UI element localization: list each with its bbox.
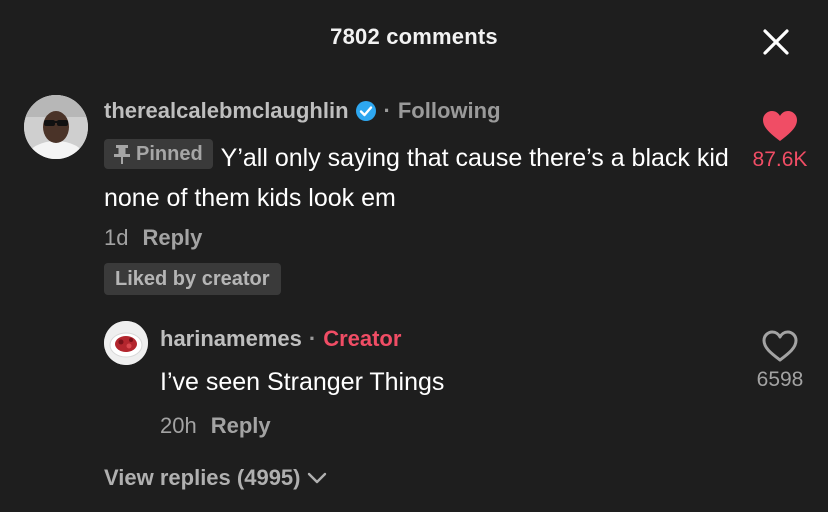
avatar[interactable] (24, 95, 88, 159)
close-button[interactable] (756, 22, 796, 62)
reply-meta: 20h Reply (160, 413, 271, 439)
comment-meta: 1d Reply (104, 225, 202, 251)
creator-badge: Creator (323, 326, 402, 351)
reply-body: I’ve seen Stranger Things (160, 368, 445, 396)
user-photo-icon (24, 95, 88, 159)
reply-time: 20h (160, 413, 197, 438)
comment-like-button[interactable]: 87.6K (735, 110, 825, 172)
verified-check-icon (355, 101, 376, 121)
comment-header: therealcalebmclaughlin · Following (104, 98, 501, 124)
comment-like-count: 87.6K (752, 148, 808, 171)
reply-username[interactable]: harinamemes (160, 326, 302, 352)
following-status[interactable]: Following (398, 98, 501, 124)
comment-reply-button[interactable]: Reply (142, 225, 202, 251)
comment-body: Pinned Y’all only saying that cause ther… (104, 138, 729, 218)
pinned-label: Pinned (136, 143, 203, 165)
heart-outline-icon (762, 330, 798, 362)
close-icon (763, 29, 789, 55)
reply-like-button[interactable]: 6598 (735, 330, 825, 392)
pinned-badge: Pinned (104, 139, 213, 169)
food-photo-icon (104, 321, 148, 365)
comment-time: 1d (104, 225, 129, 250)
view-replies-label: View replies (4995) (104, 465, 301, 490)
heart-filled-icon (763, 111, 797, 141)
chevron-down-icon (307, 472, 326, 484)
reply-header: harinamemes · Creator (160, 326, 401, 352)
comment-username[interactable]: therealcalebmclaughlin (104, 98, 349, 124)
view-replies-button[interactable]: View replies (4995) (104, 465, 327, 491)
separator-dot: · (383, 98, 391, 123)
reply-reply-button[interactable]: Reply (211, 413, 271, 439)
reply-like-count: 6598 (756, 368, 804, 391)
reply-avatar[interactable] (104, 321, 148, 365)
liked-by-creator-badge: Liked by creator (104, 263, 281, 295)
separator-dot: · (308, 326, 317, 351)
pin-icon (114, 145, 130, 164)
comments-count-title: 7802 comments (330, 24, 498, 49)
